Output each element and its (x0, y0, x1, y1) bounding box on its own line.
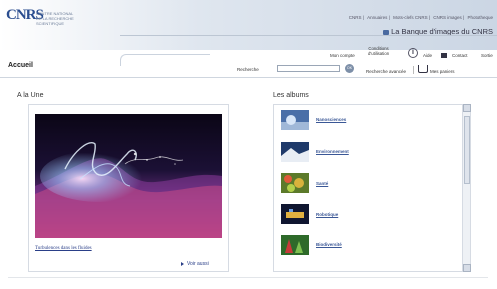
header-divider (120, 35, 497, 36)
featured-image[interactable] (35, 114, 222, 238)
arrow-right-icon (181, 261, 184, 266)
search-input[interactable] (277, 65, 340, 72)
environnement-thumbnail (281, 142, 309, 162)
breadcrumb[interactable]: Accueil (8, 62, 33, 69)
album-thumb-nanosciences[interactable] (281, 110, 309, 130)
tab-decoration (120, 54, 210, 66)
search-label: Recherche (237, 67, 259, 72)
top-link-mots-clefs[interactable]: Mots-clefs CNRS (393, 15, 428, 20)
camera-icon (383, 29, 390, 35)
album-thumb-partial[interactable] (281, 264, 309, 270)
advanced-search-link[interactable]: Recherche avancée (366, 69, 406, 74)
albums-section-title: Les albums (273, 92, 309, 99)
account-link[interactable]: Mon compte (330, 53, 355, 58)
cart-link[interactable]: Mes paniers (430, 69, 455, 74)
top-links: CNRS | Annuaires | Mots-clefs CNRS | CNR… (348, 15, 493, 20)
site-header: CNRS CENTRE NATIONAL DE LA RECHERCHE SCI… (0, 0, 497, 50)
album-thumb-biodiversite[interactable] (281, 235, 309, 255)
album-link-biodiversite[interactable]: Biodiversité (316, 242, 342, 247)
see-more-label: Voir aussi (187, 261, 209, 267)
album-link-sante[interactable]: Santé (316, 181, 328, 186)
help-link[interactable]: Aide (423, 53, 432, 58)
album-link-robotique[interactable]: Robotique (316, 212, 338, 217)
info-icon[interactable]: i (408, 48, 418, 58)
scroll-up-icon[interactable] (463, 104, 471, 112)
album-thumb-robotique[interactable] (281, 204, 309, 224)
page: CNRS CENTRE NATIONAL DE LA RECHERCHE SCI… (0, 0, 497, 289)
top-link-phototheque[interactable]: Phototheque (467, 15, 493, 20)
cnrs-logo[interactable]: CNRS CENTRE NATIONAL DE LA RECHERCHE SCI… (6, 7, 74, 33)
nanosciences-thumbnail (281, 110, 309, 130)
conditions-link[interactable]: Conditions d'utilisation (368, 46, 389, 56)
fluid-turbulence-image (35, 114, 222, 238)
scroll-down-icon[interactable] (463, 264, 471, 272)
top-link-cnrs[interactable]: CNRS (349, 15, 362, 20)
robotique-thumbnail (281, 204, 309, 224)
logout-link[interactable]: Sortie (481, 53, 493, 58)
album-link-environnement[interactable]: Environnement (316, 149, 349, 154)
footer-divider (8, 277, 488, 278)
top-link-annuaires[interactable]: Annuaires (367, 15, 387, 20)
album-thumb-environnement[interactable] (281, 142, 309, 162)
see-more-link[interactable]: Voir aussi (181, 261, 209, 267)
nav-bar: Accueil Mon compte Conditions d'utilisat… (0, 46, 497, 78)
top-link-cnrs-images[interactable]: CNRS images (433, 15, 462, 20)
featured-section-title: A la Une (17, 92, 44, 99)
contact-link[interactable]: Contact (452, 53, 468, 58)
album-link-nanosciences[interactable]: Nanosciences (316, 117, 346, 122)
scroll-thumb[interactable] (464, 116, 470, 184)
mail-icon (441, 53, 447, 58)
conditions-line2: d'utilisation (368, 51, 390, 56)
biodiversite-thumbnail (281, 235, 309, 255)
featured-caption-link[interactable]: Turbulences dans les fluides (35, 246, 92, 251)
album-thumb-sante[interactable] (281, 173, 309, 193)
nav-separator (413, 66, 414, 74)
albums-scrollbar[interactable] (462, 104, 471, 272)
cart-icon[interactable] (418, 65, 428, 73)
sante-thumbnail (281, 173, 309, 193)
search-go-button[interactable]: OK (345, 64, 354, 73)
logo-subtext: CENTRE NATIONAL DE LA RECHERCHE SCIENTIF… (36, 11, 74, 26)
